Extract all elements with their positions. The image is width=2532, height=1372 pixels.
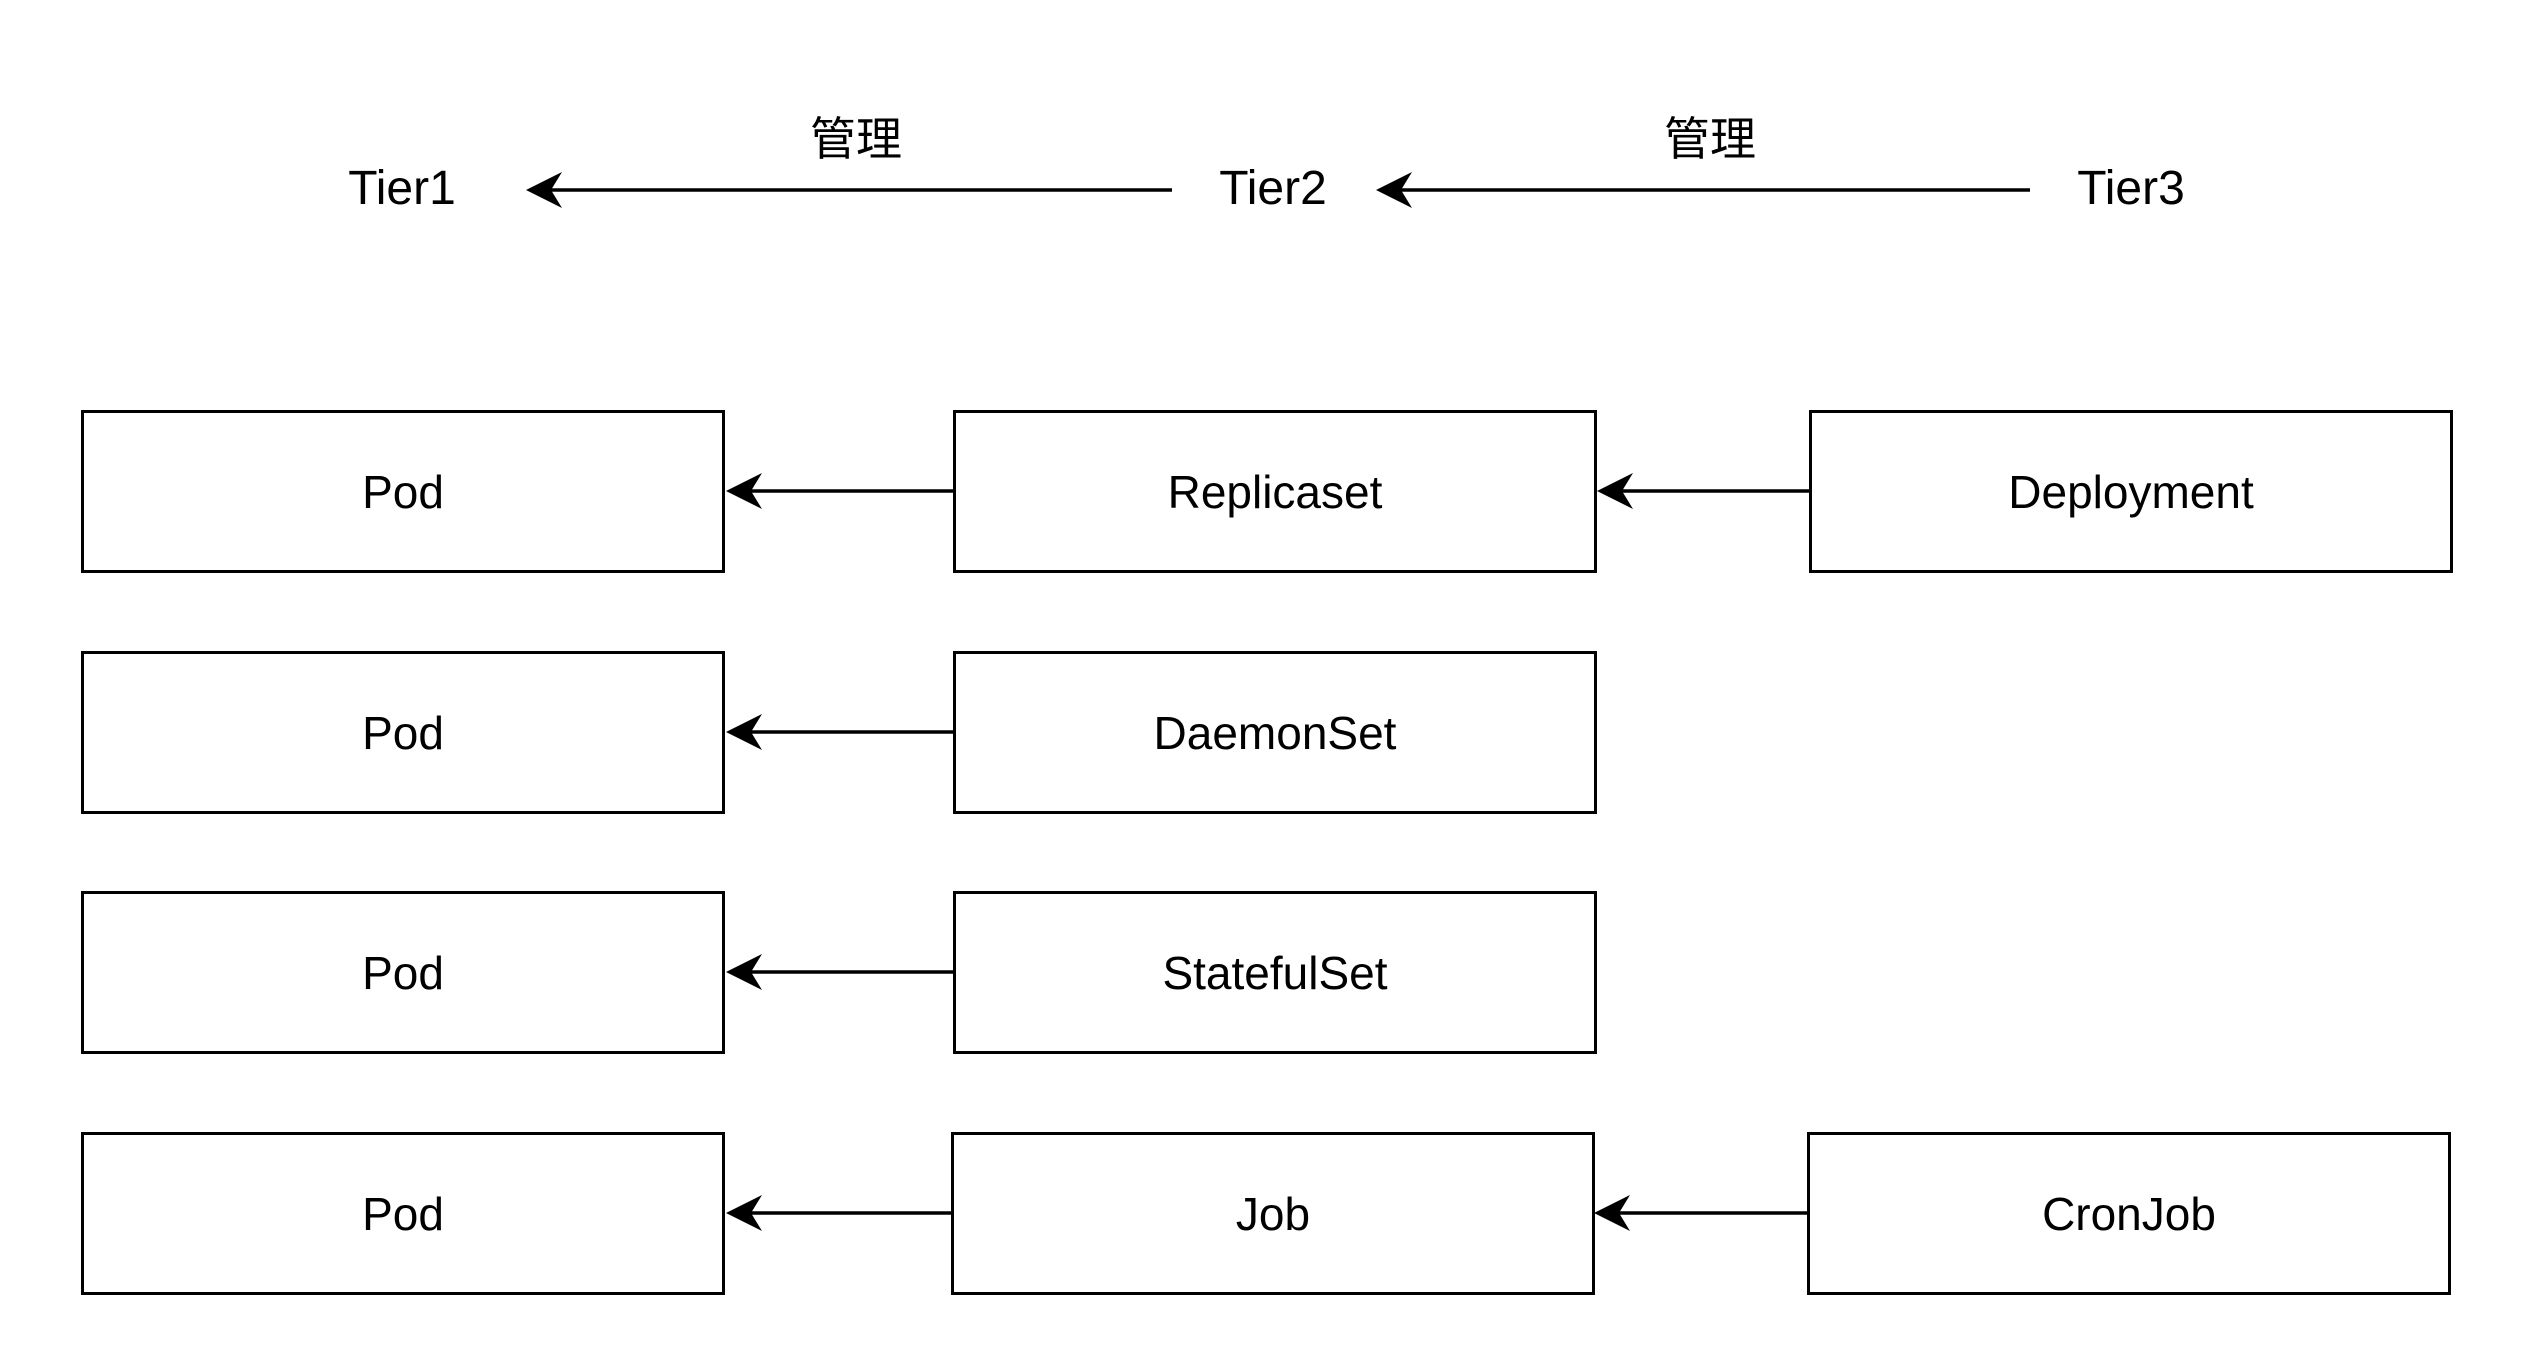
tier1-label: Tier1	[348, 162, 456, 215]
node-cronjob[interactable]: CronJob	[1807, 1132, 2451, 1295]
node-pod-row4[interactable]: Pod	[81, 1132, 725, 1295]
edge-label-tier2-manages-tier1: 管理	[810, 112, 902, 166]
node-job[interactable]: Job	[951, 1132, 1595, 1295]
tier3-label: Tier3	[2077, 162, 2185, 215]
node-daemonset[interactable]: DaemonSet	[953, 651, 1597, 814]
node-pod-row2[interactable]: Pod	[81, 651, 725, 814]
node-replicaset[interactable]: Replicaset	[953, 410, 1597, 573]
node-pod-row1[interactable]: Pod	[81, 410, 725, 573]
node-pod-row3[interactable]: Pod	[81, 891, 725, 1054]
node-deployment[interactable]: Deployment	[1809, 410, 2453, 573]
tier2-label: Tier2	[1219, 162, 1327, 215]
node-statefulset[interactable]: StatefulSet	[953, 891, 1597, 1054]
edge-label-tier3-manages-tier2: 管理	[1664, 112, 1756, 166]
